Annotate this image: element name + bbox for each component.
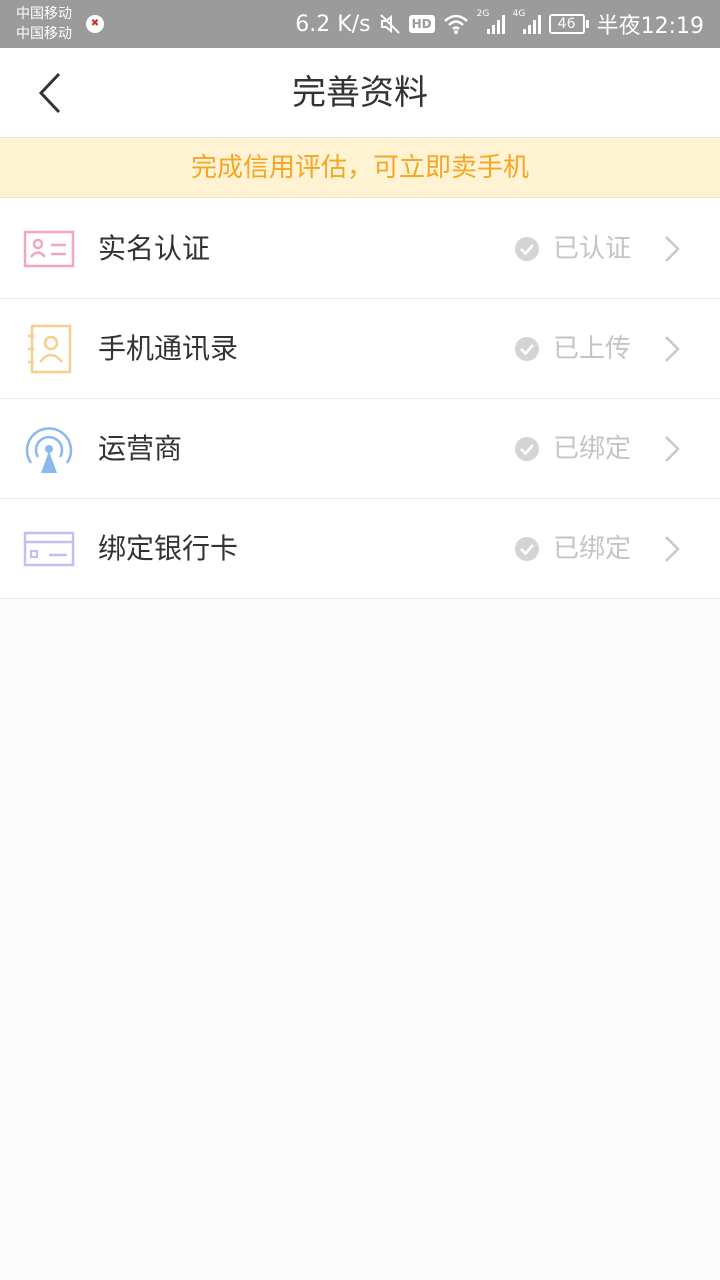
- check-circle-icon: [515, 237, 539, 261]
- signal-2g-icon: 2G: [477, 9, 505, 35]
- chevron-right-icon: [665, 536, 680, 562]
- carrier-info: 中国移动 中国移动: [16, 4, 72, 44]
- list-item-carrier[interactable]: 运营商 已绑定: [0, 399, 720, 499]
- item-label: 绑定银行卡: [98, 532, 239, 565]
- battery-level: 46: [548, 14, 585, 34]
- chevron-right-icon: [665, 336, 680, 362]
- signal-1-type: 2G: [476, 9, 490, 19]
- carrier-2: 中国移动: [16, 26, 72, 42]
- net-speed: 6.2 K/s: [295, 11, 371, 37]
- profile-item-list: 实名认证 已认证 手机通讯录 已上传 运营商 已绑定 绑定银行卡 已绑定: [0, 199, 720, 599]
- chevron-right-icon: [665, 436, 680, 462]
- item-label: 手机通讯录: [98, 332, 239, 365]
- item-label: 实名认证: [98, 232, 211, 265]
- hd-icon: HD: [408, 15, 435, 33]
- bank-card-icon: [22, 524, 76, 574]
- wifi-icon: [443, 13, 469, 35]
- item-status: 已绑定: [553, 434, 632, 464]
- nav-bar: 完善资料: [0, 48, 720, 138]
- check-circle-icon: [515, 437, 539, 461]
- mute-icon: [379, 13, 401, 35]
- check-circle-icon: [515, 537, 539, 561]
- signal-tower-icon: [22, 424, 76, 474]
- battery-icon: 46: [548, 14, 589, 34]
- id-card-icon: [22, 224, 76, 274]
- notification-app-icon: ✖: [86, 15, 104, 33]
- signal-4g-icon: 4G: [513, 9, 541, 35]
- chevron-right-icon: [665, 236, 680, 262]
- notice-banner: 完成信用评估，可立即卖手机: [0, 138, 720, 198]
- list-item-bank-card[interactable]: 绑定银行卡 已绑定: [0, 499, 720, 599]
- carrier-1: 中国移动: [16, 6, 72, 22]
- item-status: 已认证: [553, 234, 632, 264]
- signal-2-type: 4G: [512, 9, 526, 19]
- contacts-book-icon: [22, 324, 76, 374]
- item-status: 已绑定: [553, 534, 632, 564]
- list-item-real-name-verification[interactable]: 实名认证 已认证: [0, 199, 720, 299]
- status-bar: 中国移动 中国移动 ✖ 6.2 K/s HD 2G 4G 46 半夜12:19: [0, 0, 720, 48]
- status-indicators: 6.2 K/s HD 2G 4G 46 半夜12:19: [295, 0, 704, 48]
- item-label: 运营商: [98, 432, 183, 465]
- list-item-phone-contacts[interactable]: 手机通讯录 已上传: [0, 299, 720, 399]
- check-circle-icon: [515, 337, 539, 361]
- item-status: 已上传: [553, 334, 632, 364]
- clock: 半夜12:19: [596, 14, 704, 39]
- page-title: 完善资料: [292, 73, 428, 113]
